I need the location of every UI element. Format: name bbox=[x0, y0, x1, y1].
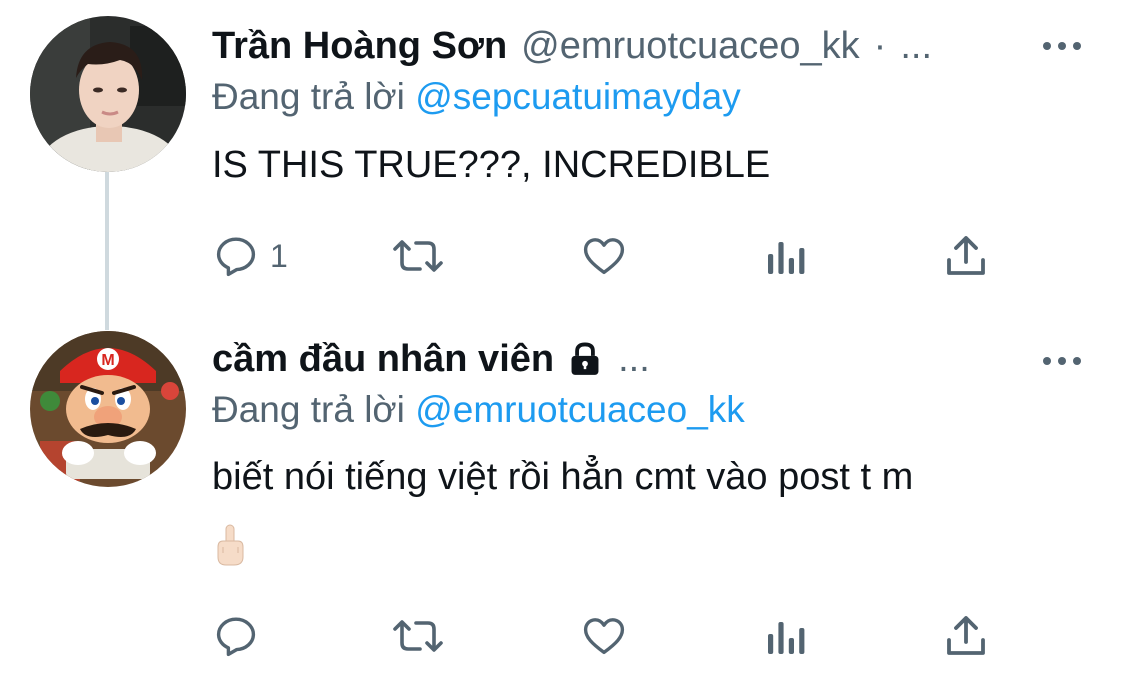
replying-to-label: Đang trả lời bbox=[212, 76, 405, 117]
reply-button[interactable]: 1 bbox=[212, 232, 288, 280]
share-icon bbox=[947, 616, 985, 655]
more-icon[interactable] bbox=[1043, 40, 1081, 52]
retweet-button[interactable] bbox=[390, 612, 446, 660]
reply-icon bbox=[216, 237, 256, 277]
views-icon bbox=[768, 622, 805, 654]
like-button[interactable] bbox=[580, 232, 628, 280]
tweet[interactable]: M cầm đầu nhân viên ... Đang trả lời @em… bbox=[0, 318, 1125, 675]
share-button[interactable] bbox=[942, 612, 990, 660]
reply-button[interactable] bbox=[212, 612, 260, 660]
tweet-text: biết nói tiếng việt rồi hẳn cmt vào post… bbox=[212, 456, 914, 498]
views-icon bbox=[768, 242, 805, 274]
tweet-text: IS THIS TRUE???, INCREDIBLE bbox=[212, 144, 771, 186]
reply-count: 1 bbox=[270, 237, 288, 274]
timestamp-truncated: ... bbox=[900, 24, 933, 67]
header-separator: · bbox=[873, 24, 887, 67]
tweet-header: cầm đầu nhân viên ... bbox=[212, 335, 1085, 383]
lock-icon bbox=[566, 340, 604, 378]
tweet[interactable]: Trần Hoàng Sơn @emruotcuaceo_kk · ... Đa… bbox=[0, 0, 1125, 330]
views-button[interactable] bbox=[764, 232, 808, 280]
replying-to-label: Đang trả lời bbox=[212, 389, 405, 430]
display-name[interactable]: Trần Hoàng Sơn bbox=[212, 25, 507, 68]
views-button[interactable] bbox=[764, 612, 808, 660]
tweet-header: Trần Hoàng Sơn @emruotcuaceo_kk · ... bbox=[212, 22, 1085, 70]
reply-mention-link[interactable]: @sepcuatuimayday bbox=[415, 76, 741, 117]
reply-mention-link[interactable]: @emruotcuaceo_kk bbox=[415, 389, 745, 430]
tweet-actions bbox=[212, 612, 1002, 660]
middle-finger-emoji: 🖕🏻 bbox=[214, 523, 246, 572]
share-icon bbox=[947, 236, 985, 275]
svg-text:M: M bbox=[101, 352, 114, 369]
header-truncation: ... bbox=[618, 337, 650, 380]
like-button[interactable] bbox=[580, 612, 628, 660]
reply-icon bbox=[216, 617, 256, 657]
replying-to-line: Đang trả lời @emruotcuaceo_kk bbox=[212, 389, 745, 431]
replying-to-line: Đang trả lời @sepcuatuimayday bbox=[212, 76, 741, 118]
display-name[interactable]: cầm đầu nhân viên bbox=[212, 338, 554, 381]
tweet-actions: 1 bbox=[212, 232, 1002, 280]
share-button[interactable] bbox=[942, 232, 990, 280]
avatar[interactable]: M bbox=[30, 331, 186, 487]
retweet-icon bbox=[393, 620, 443, 652]
retweet-button[interactable] bbox=[390, 232, 446, 280]
more-icon[interactable] bbox=[1043, 355, 1081, 367]
avatar[interactable] bbox=[30, 16, 186, 172]
user-handle[interactable]: @emruotcuaceo_kk bbox=[521, 25, 860, 68]
retweet-icon bbox=[393, 240, 443, 272]
like-icon bbox=[583, 618, 625, 655]
like-icon bbox=[583, 238, 625, 275]
